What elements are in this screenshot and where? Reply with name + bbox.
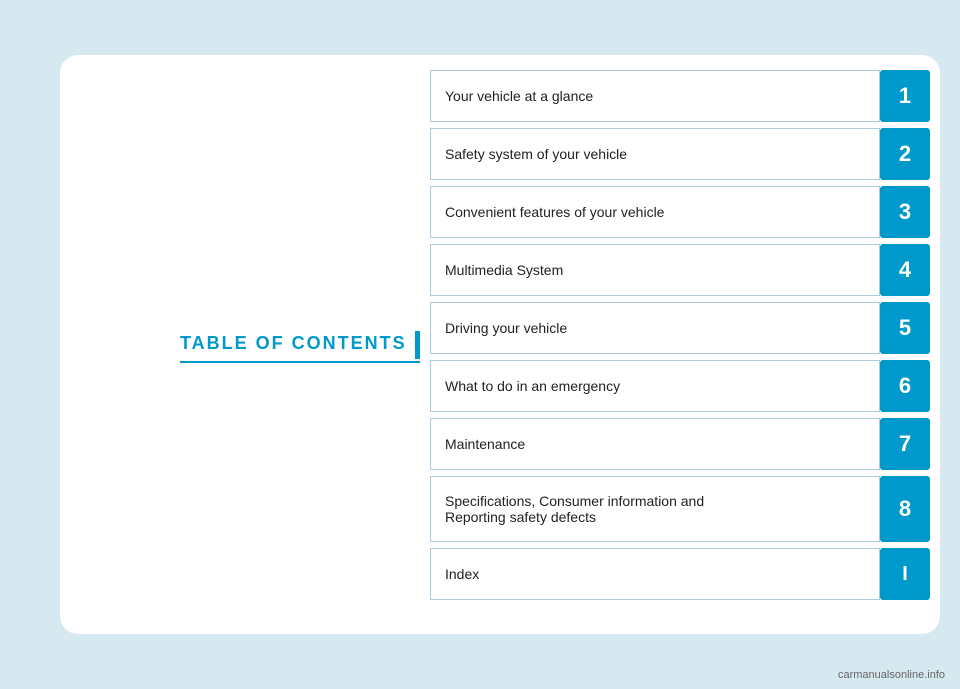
toc-title: TABLE OF CONTENTS	[180, 333, 407, 353]
toc-number-2[interactable]: 2	[880, 128, 930, 180]
toc-number-5[interactable]: 5	[880, 302, 930, 354]
toc-text-8: Specifications, Consumer information and…	[430, 476, 880, 542]
toc-label-area: TABLE OF CONTENTS	[180, 331, 420, 359]
toc-number-9[interactable]: I	[880, 548, 930, 600]
toc-row-8[interactable]: Specifications, Consumer information and…	[430, 476, 930, 542]
toc-number-4[interactable]: 4	[880, 244, 930, 296]
toc-row-4[interactable]: Multimedia System 4	[430, 244, 930, 296]
toc-row-9[interactable]: Index I	[430, 548, 930, 600]
toc-number-6[interactable]: 6	[880, 360, 930, 412]
toc-number-1[interactable]: 1	[880, 70, 930, 122]
toc-row-5[interactable]: Driving your vehicle 5	[430, 302, 930, 354]
toc-label-wrapper: TABLE OF CONTENTS	[180, 331, 420, 359]
toc-row-1[interactable]: Your vehicle at a glance 1	[430, 70, 930, 122]
page-container: TABLE OF CONTENTS Your vehicle at a glan…	[0, 0, 960, 689]
watermark: carmanualsonline.info	[838, 669, 945, 681]
toc-number-7[interactable]: 7	[880, 418, 930, 470]
toc-text-3: Convenient features of your vehicle	[430, 186, 880, 238]
toc-text-1: Your vehicle at a glance	[430, 70, 880, 122]
toc-list: Your vehicle at a glance 1 Safety system…	[430, 70, 930, 624]
toc-text-7: Maintenance	[430, 418, 880, 470]
toc-row-3[interactable]: Convenient features of your vehicle 3	[430, 186, 930, 238]
toc-text-2: Safety system of your vehicle	[430, 128, 880, 180]
toc-row-2[interactable]: Safety system of your vehicle 2	[430, 128, 930, 180]
toc-number-8[interactable]: 8	[880, 476, 930, 542]
toc-number-3[interactable]: 3	[880, 186, 930, 238]
toc-underline	[180, 361, 420, 363]
toc-text-6: What to do in an emergency	[430, 360, 880, 412]
left-section: TABLE OF CONTENTS	[60, 55, 430, 634]
toc-row-7[interactable]: Maintenance 7	[430, 418, 930, 470]
toc-bar-icon	[415, 331, 420, 359]
toc-row-6[interactable]: What to do in an emergency 6	[430, 360, 930, 412]
toc-text-4: Multimedia System	[430, 244, 880, 296]
toc-text-5: Driving your vehicle	[430, 302, 880, 354]
toc-text-9: Index	[430, 548, 880, 600]
